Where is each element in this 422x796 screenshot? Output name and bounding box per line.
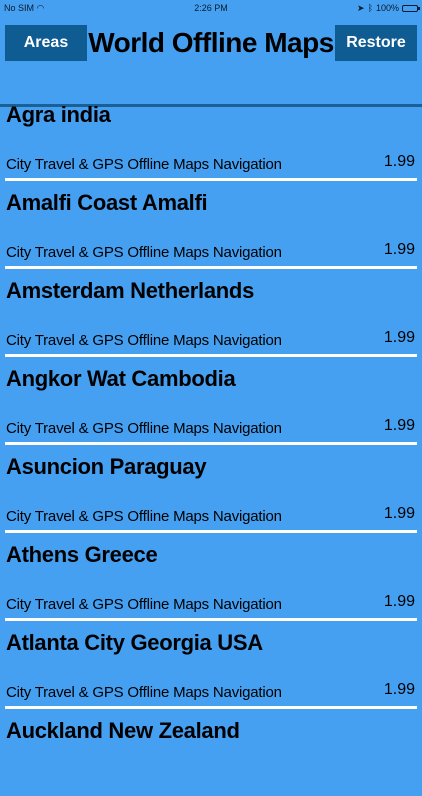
item-title: Amsterdam Netherlands — [6, 278, 255, 303]
status-bar: No SIM ◠ 2:26 PM ➤ ᛒ 100% — [0, 0, 422, 16]
list-item[interactable]: Atlanta City Georgia USA City Travel & G… — [0, 620, 422, 709]
list-item[interactable]: Amsterdam Netherlands City Travel & GPS … — [0, 268, 422, 357]
list-item[interactable]: Asuncion Paraguay City Travel & GPS Offl… — [0, 444, 422, 533]
item-price[interactable]: 1.99 — [384, 593, 415, 611]
item-subtitle: City Travel & GPS Offline Maps Navigatio… — [6, 596, 282, 613]
item-price[interactable]: 1.99 — [384, 329, 415, 347]
list-item[interactable]: Athens Greece City Travel & GPS Offline … — [0, 532, 422, 621]
item-title: Angkor Wat Cambodia — [6, 366, 236, 391]
item-price[interactable]: 1.99 — [384, 417, 415, 435]
item-title: Asuncion Paraguay — [6, 454, 207, 479]
item-price[interactable]: 1.99 — [384, 505, 415, 523]
item-price[interactable]: 1.99 — [384, 241, 415, 259]
list-item[interactable]: Amalfi Coast Amalfi City Travel & GPS Of… — [0, 180, 422, 269]
item-subtitle: City Travel & GPS Offline Maps Navigatio… — [6, 420, 282, 437]
item-title: Atlanta City Georgia USA — [6, 630, 263, 655]
nav-header: Areas World Offline Maps Restore — [0, 16, 422, 107]
item-price[interactable]: 1.99 — [384, 153, 415, 171]
item-price[interactable]: 1.99 — [384, 681, 415, 699]
list-item[interactable]: Angkor Wat Cambodia City Travel & GPS Of… — [0, 356, 422, 445]
battery-icon — [402, 4, 420, 12]
maps-list: Agra india City Travel & GPS Offline Map… — [0, 92, 422, 796]
restore-button[interactable]: Restore — [335, 25, 417, 61]
item-subtitle: City Travel & GPS Offline Maps Navigatio… — [6, 332, 282, 349]
item-subtitle: City Travel & GPS Offline Maps Navigatio… — [6, 244, 282, 261]
item-title: Amalfi Coast Amalfi — [6, 190, 208, 215]
item-title: Agra india — [6, 102, 111, 127]
status-right: ➤ ᛒ 100% — [357, 0, 420, 16]
item-subtitle: City Travel & GPS Offline Maps Navigatio… — [6, 508, 282, 525]
list-item[interactable]: Auckland New Zealand — [0, 708, 422, 796]
location-icon: ➤ — [357, 3, 365, 13]
item-title: Athens Greece — [6, 542, 158, 567]
bluetooth-icon: ᛒ — [367, 3, 373, 13]
battery-percent: 100% — [375, 3, 399, 13]
page-title: World Offline Maps — [88, 27, 334, 58]
item-title: Auckland New Zealand — [6, 718, 240, 743]
item-subtitle: City Travel & GPS Offline Maps Navigatio… — [6, 156, 282, 173]
item-subtitle: City Travel & GPS Offline Maps Navigatio… — [6, 684, 282, 701]
areas-button[interactable]: Areas — [5, 25, 87, 61]
list-item[interactable]: Agra india City Travel & GPS Offline Map… — [0, 92, 422, 181]
